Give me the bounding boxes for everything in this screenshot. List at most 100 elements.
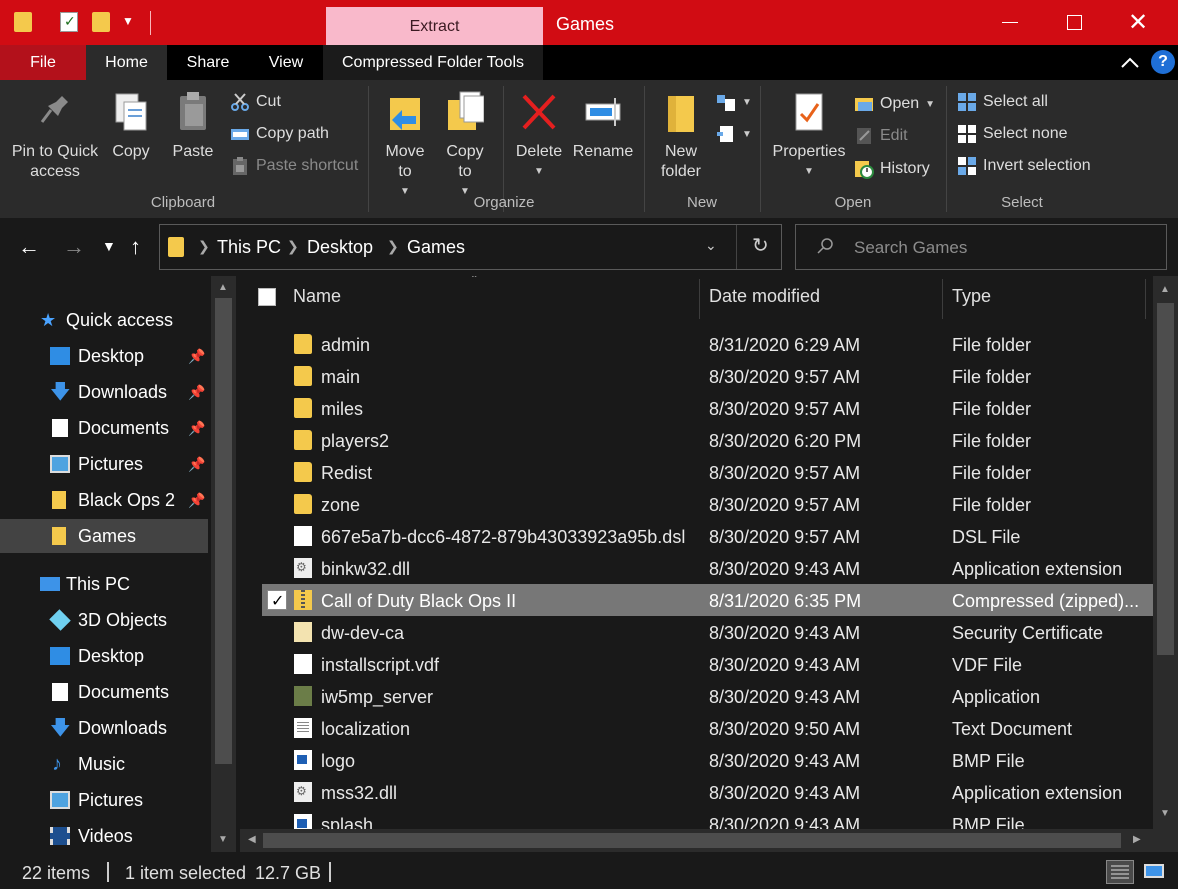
column-divider[interactable] <box>942 279 943 319</box>
nav-item-music[interactable]: ♪ Music <box>0 747 208 781</box>
close-button[interactable]: ✕ <box>1106 0 1170 45</box>
edit-button[interactable]: Edit <box>854 124 908 148</box>
up-arrow-icon[interactable]: ↑ <box>130 234 141 260</box>
properties-qa-icon[interactable] <box>60 12 78 32</box>
collapse-ribbon-chevron-icon[interactable] <box>1119 54 1141 72</box>
scroll-left-chevron-icon[interactable]: ◀ <box>248 834 256 845</box>
nav-item-pictures[interactable]: Pictures <box>0 783 208 817</box>
back-arrow-icon[interactable]: ← <box>18 234 40 260</box>
file-row[interactable]: Call of Duty Black Ops II 8/31/2020 6:35 … <box>262 584 1153 616</box>
scroll-down-chevron-icon[interactable]: ▼ <box>218 834 228 845</box>
paste-button[interactable]: Paste <box>164 90 222 162</box>
details-view-button[interactable] <box>1106 860 1134 884</box>
scroll-up-chevron-icon[interactable]: ▲ <box>218 282 228 293</box>
file-row[interactable]: miles 8/30/2020 9:57 AM File folder <box>262 392 1153 424</box>
file-row[interactable]: players2 8/30/2020 6:20 PM File folder <box>262 424 1153 456</box>
column-divider[interactable] <box>699 279 700 319</box>
new-item-button[interactable]: ▼ <box>716 90 752 114</box>
select-all-checkbox[interactable] <box>258 288 276 306</box>
tab-file[interactable]: File <box>0 45 86 80</box>
properties-button[interactable]: Properties ▼ <box>770 90 848 182</box>
breadcrumb-separator-icon[interactable]: ❯ <box>287 238 299 255</box>
maximize-button[interactable] <box>1042 0 1106 45</box>
tab-home[interactable]: Home <box>86 45 167 80</box>
horizontal-scrollbar-thumb[interactable] <box>263 833 1121 848</box>
select-all-button[interactable]: Select all <box>957 90 1048 114</box>
nav-item-desktop[interactable]: Desktop <box>0 639 208 673</box>
nav-pane-scrollbar-thumb[interactable] <box>215 298 232 764</box>
rename-button[interactable]: Rename <box>572 90 634 162</box>
column-header-name[interactable]: Name <box>293 286 341 307</box>
row-checkbox[interactable] <box>267 590 287 611</box>
nav-quick-access[interactable]: ★ Quick access <box>0 303 208 337</box>
nav-item-pictures[interactable]: Pictures 📌 <box>0 447 208 481</box>
easy-access-button[interactable]: ▼ <box>716 122 752 146</box>
tab-view[interactable]: View <box>249 45 323 80</box>
open-button[interactable]: Open ▼ <box>854 92 935 116</box>
tab-share[interactable]: Share <box>167 45 249 80</box>
large-icons-view-button[interactable] <box>1141 860 1169 884</box>
file-row[interactable]: dw-dev-ca 8/30/2020 9:43 AM Security Certi… <box>262 616 1153 648</box>
nav-item-games[interactable]: Games <box>0 519 208 553</box>
breadcrumb-separator-icon[interactable]: ❯ <box>198 238 210 255</box>
column-header-type[interactable]: Type <box>952 286 991 307</box>
scroll-right-chevron-icon[interactable]: ▶ <box>1133 834 1141 845</box>
breadcrumb-desktop[interactable]: Desktop <box>307 237 373 258</box>
breadcrumb-separator-icon[interactable]: ❯ <box>387 238 399 255</box>
nav-this-pc[interactable]: This PC <box>0 567 208 601</box>
file-row[interactable]: iw5mp_server 8/30/2020 9:43 AM Application <box>262 680 1153 712</box>
nav-item-black-ops-2[interactable]: Black Ops 2 📌 <box>0 483 208 517</box>
file-list-vertical-scrollbar[interactable]: ▲ ▼ <box>1153 276 1178 852</box>
new-folder-qa-icon[interactable] <box>92 12 110 32</box>
nav-item-videos[interactable]: Videos <box>0 819 208 852</box>
file-row[interactable]: installscript.vdf 8/30/2020 9:43 AM VDF Fi… <box>262 648 1153 680</box>
invert-selection-button[interactable]: Invert selection <box>957 154 1091 178</box>
file-row[interactable]: admin 8/31/2020 6:29 AM File folder <box>262 328 1153 360</box>
nav-item-downloads[interactable]: 🡇 Downloads <box>0 711 208 745</box>
help-button[interactable]: ? <box>1151 50 1175 74</box>
refresh-icon[interactable]: ↻ <box>752 233 769 258</box>
file-row[interactable]: binkw32.dll 8/30/2020 9:43 AM Application … <box>262 552 1153 584</box>
new-folder-button[interactable]: New folder <box>654 90 708 182</box>
nav-item-3d-objects[interactable]: 3D Objects <box>0 603 208 637</box>
breadcrumb-this-pc[interactable]: This PC <box>217 237 281 258</box>
address-bar[interactable]: ❯ This PC ❯ Desktop ❯ Games ⌄ ↻ <box>159 224 782 270</box>
extract-context-tab[interactable]: Extract <box>326 7 543 45</box>
copy-to-button[interactable]: Copy to ▼ <box>438 90 492 202</box>
nav-item-documents[interactable]: Documents <box>0 675 208 709</box>
pin-to-quick-access-button[interactable]: Pin to Quick access <box>8 90 102 182</box>
file-row[interactable]: Redist 8/30/2020 9:57 AM File folder <box>262 456 1153 488</box>
scroll-up-chevron-icon[interactable]: ▲ <box>1160 284 1170 295</box>
file-row[interactable]: main 8/30/2020 9:57 AM File folder <box>262 360 1153 392</box>
file-row[interactable]: logo 8/30/2020 9:43 AM BMP File <box>262 744 1153 776</box>
file-row[interactable]: mss32.dll 8/30/2020 9:43 AM Application ex… <box>262 776 1153 808</box>
recent-locations-chevron-icon[interactable]: ▼ <box>102 238 116 254</box>
copy-button[interactable]: Copy <box>104 90 158 162</box>
copy-path-button[interactable]: Copy path <box>230 122 329 146</box>
column-header-date[interactable]: Date modified <box>709 286 820 307</box>
delete-button[interactable]: Delete ▼ <box>512 90 566 182</box>
search-input[interactable] <box>854 235 1154 261</box>
file-row[interactable]: localization 8/30/2020 9:50 AM Text Docume… <box>262 712 1153 744</box>
tab-compressed-folder-tools[interactable]: Compressed Folder Tools <box>323 45 543 80</box>
vertical-scrollbar-thumb[interactable] <box>1157 303 1174 655</box>
file-row[interactable]: 667e5a7b-dcc6-4872-879b43033923a95b.dsl 8… <box>262 520 1153 552</box>
nav-item-documents[interactable]: Documents 📌 <box>0 411 208 445</box>
cut-button[interactable]: Cut <box>230 90 281 114</box>
file-row[interactable]: zone 8/30/2020 9:57 AM File folder <box>262 488 1153 520</box>
breadcrumb-games[interactable]: Games <box>407 237 465 258</box>
forward-arrow-icon[interactable]: → <box>63 234 85 260</box>
address-history-chevron-icon[interactable]: ⌄ <box>705 237 717 254</box>
move-to-button[interactable]: Move to ▼ <box>378 90 432 202</box>
scroll-down-chevron-icon[interactable]: ▼ <box>1160 808 1170 819</box>
nav-pane-scrollbar[interactable]: ▲ ▼ <box>211 276 236 852</box>
search-box[interactable] <box>795 224 1167 270</box>
paste-shortcut-button[interactable]: Paste shortcut <box>230 154 358 178</box>
minimize-button[interactable] <box>978 0 1042 45</box>
column-divider[interactable] <box>1145 279 1146 319</box>
history-button[interactable]: History <box>854 157 930 181</box>
nav-item-desktop[interactable]: Desktop 📌 <box>0 339 208 373</box>
file-list-horizontal-scrollbar[interactable]: ◀ ▶ <box>240 829 1153 852</box>
nav-item-downloads[interactable]: 🡇 Downloads 📌 <box>0 375 208 409</box>
customize-toolbar-chevron-icon[interactable]: ▼ <box>122 14 134 28</box>
